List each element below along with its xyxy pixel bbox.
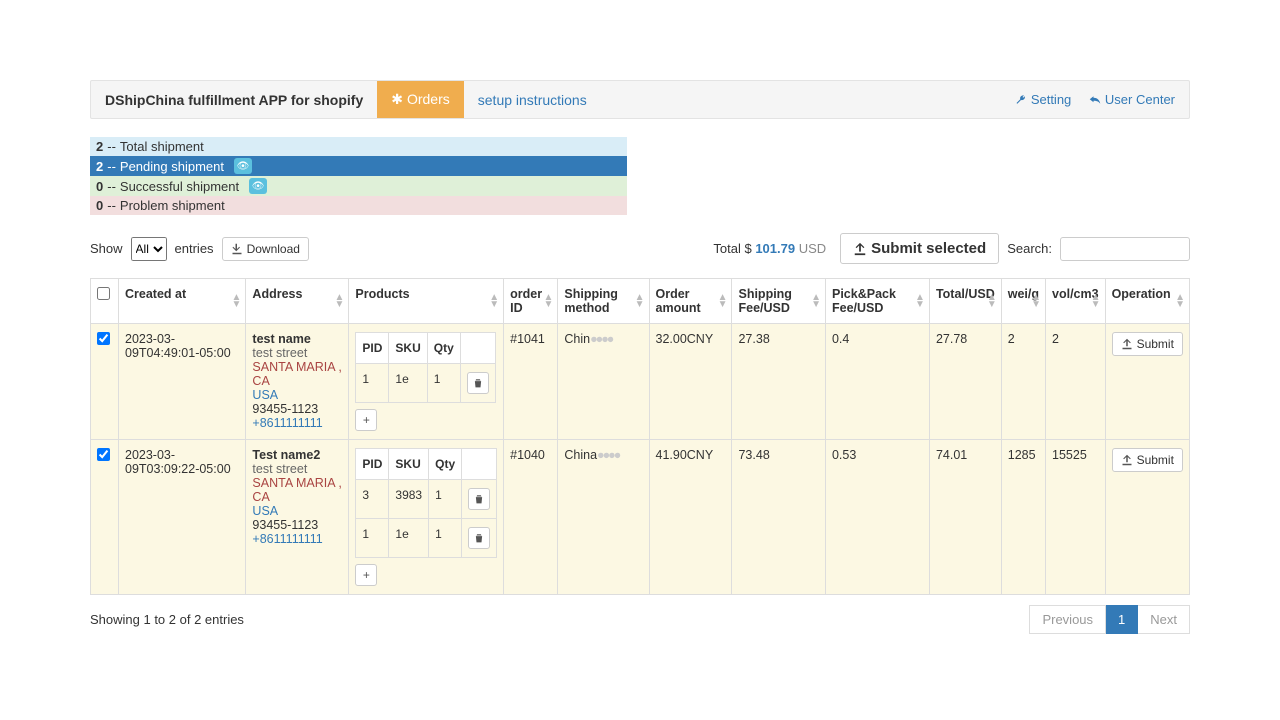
cell-order-amount: 41.90CNY bbox=[649, 440, 732, 595]
orders-table: Created at▲▼ Address▲▼ Products▲▼ order … bbox=[90, 278, 1190, 595]
col-created[interactable]: Created at▲▼ bbox=[119, 279, 246, 324]
submit-row-button[interactable]: Submit bbox=[1112, 332, 1183, 356]
cell-order-id: #1040 bbox=[504, 440, 558, 595]
pagination: Previous 1 Next bbox=[1029, 605, 1190, 634]
cell-address: test nametest streetSANTA MARIA , CAUSA9… bbox=[246, 324, 349, 440]
add-product-button[interactable]: + bbox=[355, 564, 377, 586]
table-info: Showing 1 to 2 of 2 entries bbox=[90, 612, 244, 627]
products-table: PIDSKUQty11e1 bbox=[355, 332, 495, 403]
col-operation[interactable]: Operation▲▼ bbox=[1105, 279, 1189, 324]
cell-address: Test name2test streetSANTA MARIA , CAUSA… bbox=[246, 440, 349, 595]
submit-selected-button[interactable]: Submit selected bbox=[840, 233, 999, 264]
tab-setup-instructions[interactable]: setup instructions bbox=[464, 82, 601, 118]
eye-icon[interactable]: 👁 bbox=[249, 178, 267, 194]
delete-product-button[interactable] bbox=[468, 527, 490, 549]
cell-operation: Submit bbox=[1105, 324, 1189, 440]
entries-label: entries bbox=[175, 241, 214, 256]
reply-icon bbox=[1089, 94, 1101, 106]
product-row: 11e1 bbox=[356, 364, 495, 403]
delete-product-button[interactable] bbox=[468, 488, 490, 510]
trash-icon bbox=[474, 494, 484, 504]
col-products[interactable]: Products▲▼ bbox=[349, 279, 504, 324]
wrench-icon bbox=[1015, 94, 1027, 106]
cell-order-id: #1041 bbox=[504, 324, 558, 440]
cell-pickpack-fee: 0.4 bbox=[825, 324, 929, 440]
cell-vol: 2 bbox=[1046, 324, 1106, 440]
upload-icon bbox=[1121, 338, 1133, 350]
setting-link[interactable]: Setting bbox=[1015, 92, 1071, 107]
download-button[interactable]: Download bbox=[222, 237, 309, 261]
cell-wei: 2 bbox=[1001, 324, 1045, 440]
cell-operation: Submit bbox=[1105, 440, 1189, 595]
col-vol[interactable]: vol/cm3▲▼ bbox=[1046, 279, 1106, 324]
trash-icon bbox=[474, 533, 484, 543]
search-input[interactable] bbox=[1060, 237, 1190, 261]
cell-shipping-fee: 73.48 bbox=[732, 440, 826, 595]
delete-product-button[interactable] bbox=[467, 372, 489, 394]
page-1[interactable]: 1 bbox=[1106, 605, 1138, 634]
gear-icon: ✱ bbox=[391, 91, 403, 107]
cell-shipping-method: Chin●●●● bbox=[558, 324, 649, 440]
tab-orders[interactable]: ✱Orders bbox=[377, 81, 464, 118]
row-checkbox[interactable] bbox=[97, 332, 110, 345]
user-center-link[interactable]: User Center bbox=[1089, 92, 1175, 107]
cell-total: 27.78 bbox=[929, 324, 1001, 440]
select-all-checkbox[interactable] bbox=[97, 287, 110, 300]
product-row: 339831 bbox=[356, 480, 497, 519]
table-row: 2023-03-09T03:09:22-05:00Test name2test … bbox=[91, 440, 1190, 595]
product-row: 11e1 bbox=[356, 519, 497, 558]
cell-created: 2023-03-09T03:09:22-05:00 bbox=[119, 440, 246, 595]
cell-products: PIDSKUQty11e1 + bbox=[349, 324, 504, 440]
eye-icon[interactable]: 👁 bbox=[234, 158, 252, 174]
cell-vol: 15525 bbox=[1046, 440, 1106, 595]
grand-total: Total $ 101.79 USD bbox=[713, 241, 826, 256]
table-row: 2023-03-09T04:49:01-05:00test nametest s… bbox=[91, 324, 1190, 440]
cell-created: 2023-03-09T04:49:01-05:00 bbox=[119, 324, 246, 440]
search-label: Search: bbox=[1007, 241, 1052, 256]
col-order-amount[interactable]: Order amount▲▼ bbox=[649, 279, 732, 324]
col-order-id[interactable]: order ID▲▼ bbox=[504, 279, 558, 324]
status-pending[interactable]: 2 -- Pending shipment 👁 bbox=[90, 156, 627, 176]
submit-row-button[interactable]: Submit bbox=[1112, 448, 1183, 472]
upload-icon bbox=[1121, 454, 1133, 466]
col-wei[interactable]: wei/g▲▼ bbox=[1001, 279, 1045, 324]
cell-wei: 1285 bbox=[1001, 440, 1045, 595]
cell-products: PIDSKUQty33983111e1 + bbox=[349, 440, 504, 595]
col-total[interactable]: Total/USD▲▼ bbox=[929, 279, 1001, 324]
page-next[interactable]: Next bbox=[1138, 605, 1190, 634]
download-icon bbox=[231, 243, 243, 255]
cell-shipping-method: China●●●● bbox=[558, 440, 649, 595]
show-label: Show bbox=[90, 241, 123, 256]
col-pickpack-fee[interactable]: Pick&Pack Fee/USD▲▼ bbox=[825, 279, 929, 324]
col-address[interactable]: Address▲▼ bbox=[246, 279, 349, 324]
cell-pickpack-fee: 0.53 bbox=[825, 440, 929, 595]
page-prev[interactable]: Previous bbox=[1029, 605, 1106, 634]
status-problem[interactable]: 0 -- Problem shipment bbox=[90, 196, 627, 215]
add-product-button[interactable]: + bbox=[355, 409, 377, 431]
cell-order-amount: 32.00CNY bbox=[649, 324, 732, 440]
trash-icon bbox=[473, 378, 483, 388]
upload-icon bbox=[853, 242, 867, 256]
cell-total: 74.01 bbox=[929, 440, 1001, 595]
col-shipping-method[interactable]: Shipping method▲▼ bbox=[558, 279, 649, 324]
row-checkbox[interactable] bbox=[97, 448, 110, 461]
col-shipping-fee[interactable]: Shipping Fee/USD▲▼ bbox=[732, 279, 826, 324]
cell-shipping-fee: 27.38 bbox=[732, 324, 826, 440]
status-total[interactable]: 2 -- Total shipment bbox=[90, 137, 627, 156]
status-successful[interactable]: 0 -- Successful shipment 👁 bbox=[90, 176, 627, 196]
app-title: DShipChina fulfillment APP for shopify bbox=[91, 82, 377, 118]
length-select[interactable]: All bbox=[131, 237, 167, 261]
products-table: PIDSKUQty33983111e1 bbox=[355, 448, 497, 558]
